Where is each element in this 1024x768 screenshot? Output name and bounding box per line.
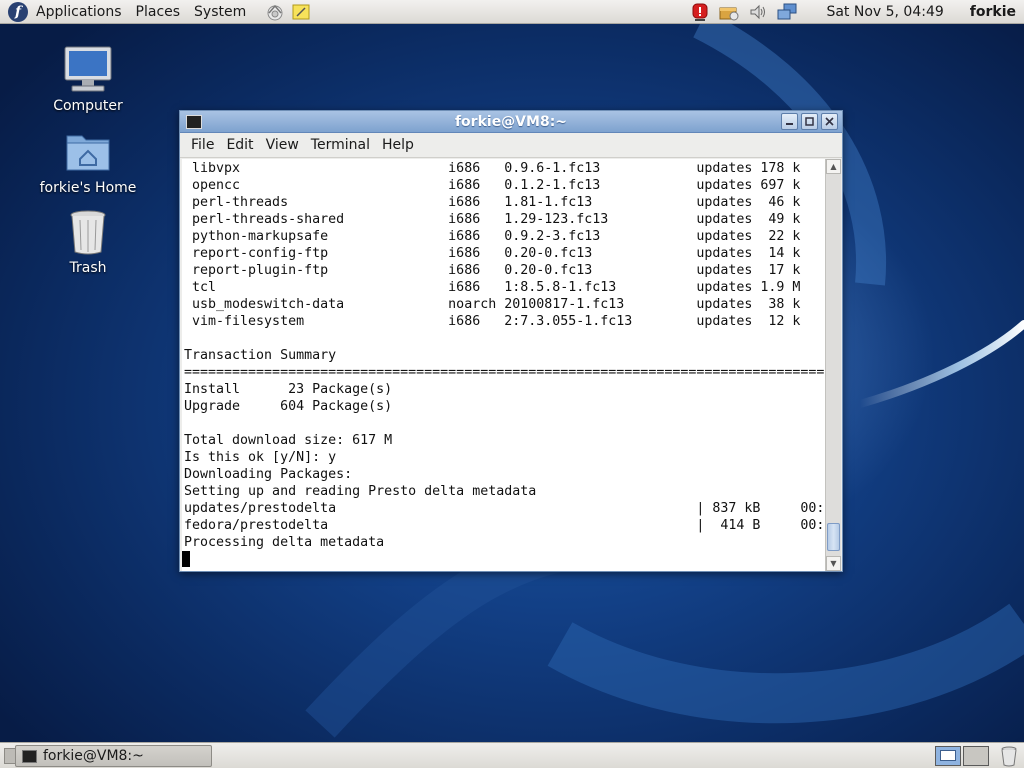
package-updater-icon[interactable] [718,1,740,23]
terminal-line: vim-filesystem i686 2:7.3.055-1.fc13 upd… [184,314,801,329]
terminal-line: opencc i686 0.1.2-1.fc13 updates 697 k [184,178,801,193]
terminal-line: Transaction Summary [184,348,337,363]
terminal-line: Upgrade 604 Package(s) [184,399,393,414]
menu-edit[interactable]: Edit [226,137,253,153]
terminal-line: tcl i686 1:8.5.8-1.fc13 updates 1.9 M [184,280,801,295]
desktop-icon-home[interactable]: forkie's Home [28,126,148,196]
terminal-line: python-markupsafe i686 0.9.2-3.fc13 upda… [184,229,801,244]
terminal-output[interactable]: libvpx i686 0.9.6-1.fc13 updates 178 k o… [182,159,826,571]
trash-icon [62,206,114,258]
clock[interactable]: Sat Nov 5, 04:49 [826,4,943,20]
close-button[interactable] [821,113,838,130]
terminal-line: Processing delta metadata [184,535,385,550]
menu-view[interactable]: View [266,137,299,153]
menu-help[interactable]: Help [382,137,414,153]
terminal-line: Install 23 Package(s) [184,382,393,397]
terminal-line: updates/prestodelta | 837 kB 00:00 [184,501,826,516]
taskbar-item-label: forkie@VM8:~ [43,748,144,764]
fedora-logo-icon[interactable]: f [8,1,28,22]
terminal-line: perl-threads-shared i686 1.29-123.fc13 u… [184,212,801,227]
desktop-icon-computer[interactable]: Computer [28,44,148,114]
desktop-icon-label: forkie's Home [39,180,137,196]
workspace-1[interactable] [935,746,961,766]
minimize-button[interactable] [781,113,798,130]
workspace-window-thumb [940,750,956,761]
desktop-icon-label: Trash [69,260,107,276]
workspace-2[interactable] [963,746,989,766]
terminal-task-icon [22,749,37,763]
menu-file[interactable]: File [191,137,214,153]
terminal-line: Setting up and reading Presto delta meta… [184,484,537,499]
maximize-button[interactable] [801,113,818,130]
window-title: forkie@VM8:~ [454,113,568,130]
home-folder-icon [62,126,114,178]
trash-applet-icon[interactable] [998,745,1020,767]
bottom-panel: forkie@VM8:~ [0,742,1024,768]
text-cursor [182,551,190,567]
terminal-line: perl-threads i686 1.81-1.fc13 updates 46… [184,195,801,210]
terminal-line: Total download size: 617 M [184,433,393,448]
terminal-line: libvpx i686 0.9.6-1.fc13 updates 178 k [184,161,801,176]
scroll-up-button[interactable]: ▲ [826,159,841,174]
terminal-line: ========================================… [184,365,825,380]
top-panel: f Applications Places System Sat Nov 5, … [0,0,1024,24]
notes-launcher-icon[interactable] [290,1,312,23]
scroll-down-button[interactable]: ▼ [826,556,841,571]
menu-places[interactable]: Places [136,4,181,20]
terminal-line: report-plugin-ftp i686 0.20-0.fc13 updat… [184,263,801,278]
browser-launcher-icon[interactable] [264,1,286,23]
desktop-icon-label: Computer [53,98,123,114]
menu-terminal[interactable]: Terminal [311,137,370,153]
terminal-line: fedora/prestodelta | 414 B 00:00 [184,518,826,533]
user-menu[interactable]: forkie [970,4,1016,20]
system-tray: Sat Nov 5, 04:49 forkie [682,0,1024,24]
scroll-thumb[interactable] [827,523,840,551]
window-menubar: File Edit View Terminal Help [180,133,842,158]
terminal-scrollbar[interactable]: ▲ ▼ [825,159,841,571]
network-icon[interactable] [776,1,798,23]
terminal-prompt-line[interactable] [182,551,826,568]
computer-icon [62,44,114,96]
volume-icon[interactable] [747,1,769,23]
terminal-line: report-config-ftp i686 0.20-0.fc13 updat… [184,246,801,261]
terminal-line: Is this ok [y/N]: y [184,450,337,465]
terminal-window[interactable]: forkie@VM8:~ File Edit View Terminal Hel… [179,110,843,572]
terminal-line: Downloading Packages: [184,467,353,482]
window-titlebar[interactable]: forkie@VM8:~ [180,111,842,133]
alert-icon[interactable] [689,1,711,23]
menu-system[interactable]: System [194,4,246,20]
taskbar-item-terminal[interactable]: forkie@VM8:~ [15,745,212,767]
terminal-line: usb_modeswitch-data noarch 20100817-1.fc… [184,297,801,312]
desktop-icon-trash[interactable]: Trash [28,206,148,276]
menu-applications[interactable]: Applications [36,4,122,20]
